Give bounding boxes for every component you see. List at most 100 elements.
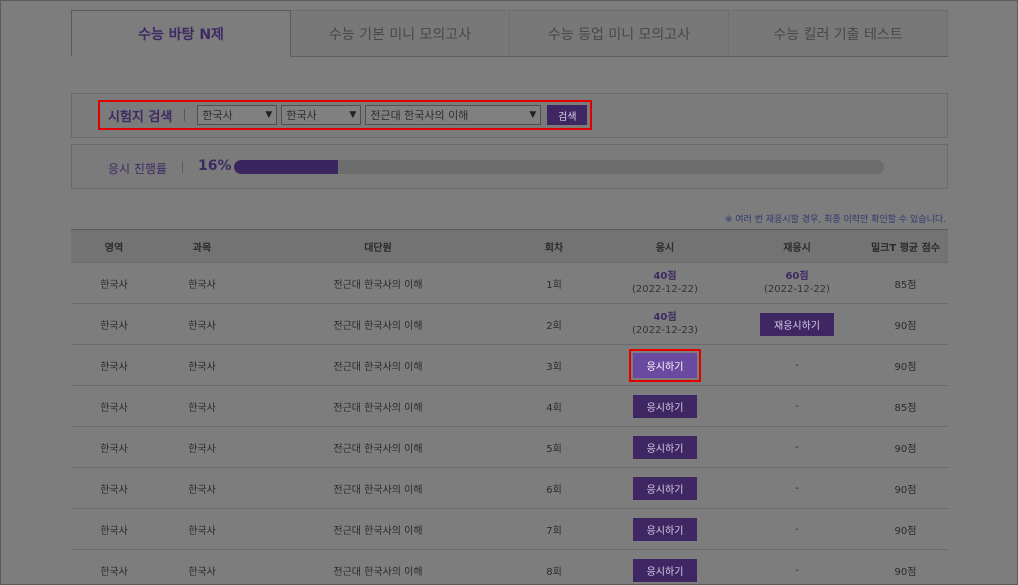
cell-subject: 한국사 [157,549,247,585]
table-row: 한국사 한국사 전근대 한국사의 이해 6회 응시하기 - 90점 [71,467,948,509]
cell-take: 응시하기 [599,467,731,509]
retake-button[interactable]: 재응시하기 [760,312,834,336]
cell-area: 한국사 [71,508,157,550]
table-row: 한국사 한국사 전근대 한국사의 이해 4회 응시하기 - 85점 [71,385,948,427]
progress-label: 응시 진행률 [108,162,168,176]
cell-unit: 전근대 한국사의 이해 [247,467,509,509]
table-header-row: 영역 과목 대단원 회차 응시 재응시 밀크T 평균 점수 [71,229,948,263]
retake-note: ※ 여러 번 재응시할 경우, 최종 이력만 확인할 수 있습니다. [724,215,946,225]
cell-avg: 90점 [863,426,948,468]
cell-round: 1회 [509,262,599,304]
cell-unit: 전근대 한국사의 이해 [247,426,509,468]
subject-select[interactable]: 한국사 ▼ [281,105,362,125]
cell-take: 40점 (2022-12-22) [599,262,731,304]
cell-retake: - [731,385,863,427]
col-header-area: 영역 [71,229,157,263]
take-test-button[interactable]: 응시하기 [628,348,702,382]
cell-unit: 전근대 한국사의 이해 [247,385,509,427]
cell-area: 한국사 [71,549,157,585]
cell-avg: 85점 [863,262,948,304]
cell-retake: - [731,467,863,509]
table-row: 한국사 한국사 전근대 한국사의 이해 8회 응시하기 - 90점 [71,549,948,585]
cell-take: 응시하기 [599,549,731,585]
divider [184,109,186,121]
progress-bar [234,160,884,174]
table-row: 한국사 한국사 전근대 한국사의 이해 2회 40점 (2022-12-23) … [71,303,948,345]
search-box: 시험지 검색 한국사 ▼ 한국사 ▼ 전근대 한국사의 이해 ▼ 검색 [98,100,592,130]
test-table: 영역 과목 대단원 회차 응시 재응시 밀크T 평균 점수 한국사 한국사 전근… [71,229,948,585]
cell-area: 한국사 [71,262,157,304]
cell-retake: 60점 (2022-12-22) [731,262,863,304]
cell-retake: - [731,344,863,386]
take-test-button[interactable]: 응시하기 [632,435,698,459]
cell-retake: 재응시하기 [731,303,863,345]
cell-retake: - [731,426,863,468]
col-header-retake: 재응시 [731,229,863,263]
cell-avg: 90점 [863,549,948,585]
retake-date: (2022-12-22) [764,284,830,295]
cell-round: 6회 [509,467,599,509]
chevron-down-icon: ▼ [265,110,273,120]
unit-select[interactable]: 전근대 한국사의 이해 ▼ [365,105,542,125]
cell-take: 40점 (2022-12-23) [599,303,731,345]
take-test-button[interactable]: 응시하기 [632,517,698,541]
take-date: (2022-12-23) [632,325,698,336]
unit-select-value: 전근대 한국사의 이해 [370,109,469,122]
cell-round: 7회 [509,508,599,550]
cell-subject: 한국사 [157,426,247,468]
progress-percent: 16% [198,158,232,174]
cell-retake: - [731,549,863,585]
cell-avg: 90점 [863,467,948,509]
cell-round: 8회 [509,549,599,585]
col-header-unit: 대단원 [247,229,509,263]
cell-unit: 전근대 한국사의 이해 [247,508,509,550]
area-select[interactable]: 한국사 ▼ [197,105,278,125]
progress-bar-fill [234,160,338,174]
cell-take: 응시하기 [599,385,731,427]
chevron-down-icon: ▼ [349,110,357,120]
search-button[interactable]: 검색 [547,105,588,125]
take-test-button[interactable]: 응시하기 [632,394,698,418]
cell-area: 한국사 [71,303,157,345]
cell-take: 응시하기 [599,426,731,468]
take-score: 40점 [653,312,677,323]
cell-avg: 90점 [863,508,948,550]
subject-select-value: 한국사 [286,109,317,122]
cell-subject: 한국사 [157,262,247,304]
cell-unit: 전근대 한국사의 이해 [247,549,509,585]
take-date: (2022-12-22) [632,284,698,295]
cell-area: 한국사 [71,426,157,468]
table-row: 한국사 한국사 전근대 한국사의 이해 7회 응시하기 - 90점 [71,508,948,550]
progress-panel: 응시 진행률 16% [71,144,948,189]
cell-retake: - [731,508,863,550]
tab-basic-mini[interactable]: 수능 기본 미니 모의고사 [291,10,510,56]
cell-area: 한국사 [71,344,157,386]
cell-avg: 90점 [863,344,948,386]
cell-unit: 전근대 한국사의 이해 [247,344,509,386]
cell-subject: 한국사 [157,508,247,550]
tab-killer-test[interactable]: 수능 킬러 기출 테스트 [729,10,948,56]
search-title: 시험지 검색 [108,109,173,125]
cell-round: 3회 [509,344,599,386]
take-test-button[interactable]: 응시하기 [632,476,698,500]
table-row: 한국사 한국사 전근대 한국사의 이해 3회 응시하기 - 90점 [71,344,948,386]
col-header-take: 응시 [599,229,731,263]
cell-round: 2회 [509,303,599,345]
cell-take: 응시하기 [599,508,731,550]
tab-bar: 수능 바탕 N제 수능 기본 미니 모의고사 수능 등업 미니 모의고사 수능 … [71,10,948,57]
col-header-round: 회차 [509,229,599,263]
table-row: 한국사 한국사 전근대 한국사의 이해 5회 응시하기 - 90점 [71,426,948,468]
tab-basic-n[interactable]: 수능 바탕 N제 [71,10,291,57]
cell-avg: 85점 [863,385,948,427]
table-row: 한국사 한국사 전근대 한국사의 이해 1회 40점 (2022-12-22) … [71,262,948,304]
tab-upgrade-mini[interactable]: 수능 등업 미니 모의고사 [510,10,729,56]
cell-unit: 전근대 한국사의 이해 [247,262,509,304]
cell-unit: 전근대 한국사의 이해 [247,303,509,345]
cell-take: 응시하기 [599,344,731,386]
take-test-button[interactable]: 응시하기 [632,558,698,582]
cell-subject: 한국사 [157,303,247,345]
area-select-value: 한국사 [202,109,233,122]
cell-subject: 한국사 [157,467,247,509]
col-header-subject: 과목 [157,229,247,263]
cell-avg: 90점 [863,303,948,345]
